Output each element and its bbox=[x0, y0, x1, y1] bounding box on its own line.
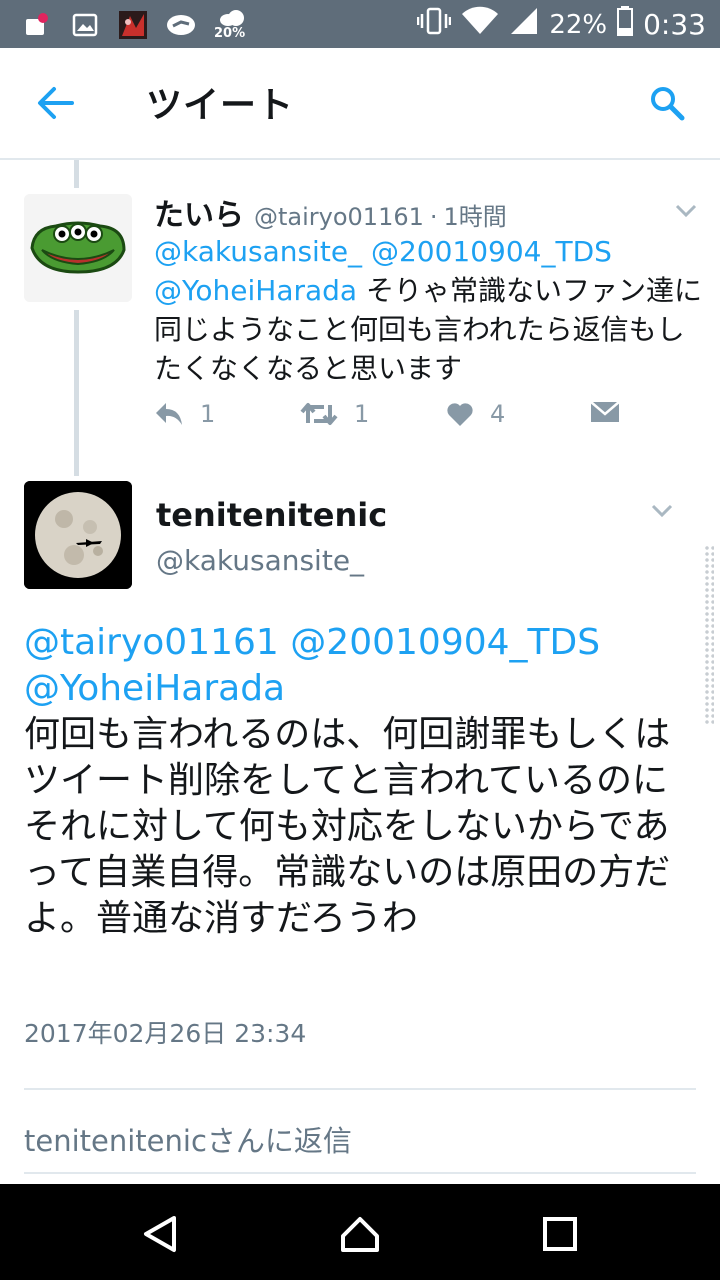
retweet-button[interactable]: 1 bbox=[300, 400, 369, 428]
display-name[interactable]: たいら bbox=[154, 190, 244, 234]
reply-button[interactable]: 1 bbox=[154, 400, 215, 428]
tweet-timestamp: 2017年02月26日 23:34 bbox=[24, 1019, 307, 1048]
search-icon bbox=[651, 87, 685, 121]
page-title: ツイート bbox=[146, 85, 295, 126]
avatar[interactable] bbox=[24, 194, 132, 302]
status-bar: 20% 22% 0:33 bbox=[0, 0, 720, 48]
chat-bubble-icon bbox=[166, 10, 196, 40]
envelope-icon bbox=[590, 401, 620, 422]
tweet-text: @tairyo01161 @20010904_TDS @YoheiHarada … bbox=[24, 620, 696, 942]
weather-percent: 20% bbox=[214, 26, 246, 41]
reply-count: 1 bbox=[200, 400, 216, 428]
thread-line-middle bbox=[74, 310, 79, 476]
navigation-bar bbox=[0, 1184, 720, 1280]
tweet-text: @kakusansite_ @20010904_TDS @YoheiHarada… bbox=[154, 232, 702, 388]
nav-recents-button[interactable] bbox=[532, 1206, 588, 1262]
app-thumbnail-icon bbox=[118, 10, 148, 40]
home-icon bbox=[341, 1217, 379, 1252]
user-handle[interactable]: @tairyo01161 bbox=[254, 203, 424, 231]
nav-home-button[interactable] bbox=[332, 1206, 388, 1262]
arrow-left-icon bbox=[38, 87, 74, 119]
avatar[interactable] bbox=[24, 481, 132, 589]
system-status: 22% 0:33 bbox=[417, 6, 706, 43]
chevron-down-icon bbox=[675, 204, 697, 218]
divider bbox=[24, 1172, 696, 1174]
signal-icon bbox=[509, 6, 539, 43]
user-handle[interactable]: @kakusansite_ bbox=[156, 544, 364, 577]
retweet-count: 1 bbox=[354, 400, 370, 428]
battery-icon bbox=[617, 6, 634, 43]
vibrate-icon bbox=[417, 6, 452, 43]
mention-link[interactable]: @tairyo01161 bbox=[24, 622, 279, 663]
notification-icons: 20% bbox=[22, 8, 248, 42]
weather-icon: 20% bbox=[214, 8, 248, 42]
mention-link[interactable]: @20010904_TDS bbox=[371, 235, 612, 268]
heart-icon bbox=[447, 403, 473, 426]
triangle-back-icon bbox=[144, 1216, 176, 1252]
display-name[interactable]: tenitenitenic bbox=[156, 496, 387, 534]
separator-dot: · bbox=[429, 203, 438, 231]
tweet-menu-button[interactable] bbox=[668, 196, 704, 226]
tweet-body-text: 何回も言われるのは、何回謝罪もしくはツイート削除をしてと言われているのにそれに対… bbox=[24, 714, 671, 939]
tweet-time: 1時間 bbox=[443, 203, 507, 231]
nav-back-button[interactable] bbox=[132, 1206, 188, 1262]
like-button[interactable]: 4 bbox=[446, 400, 505, 428]
mention-link[interactable]: @20010904_TDS bbox=[290, 622, 600, 663]
direct-message-button[interactable] bbox=[590, 400, 620, 424]
thread-line-top bbox=[74, 160, 79, 188]
app-bar: ツイート bbox=[0, 48, 720, 160]
square-recents-icon bbox=[543, 1217, 577, 1251]
clock: 0:33 bbox=[643, 8, 706, 41]
like-count: 4 bbox=[490, 400, 506, 428]
scroll-indicator bbox=[704, 545, 714, 725]
back-button[interactable] bbox=[30, 78, 80, 128]
notification-app-icon bbox=[22, 10, 52, 40]
battery-percent: 22% bbox=[549, 9, 608, 40]
divider bbox=[24, 1088, 696, 1090]
reply-input[interactable]: tenitenitenicさんに返信 bbox=[24, 1118, 352, 1160]
search-button[interactable] bbox=[642, 78, 692, 128]
tweet-menu-button[interactable] bbox=[644, 496, 680, 526]
reply-icon bbox=[156, 403, 182, 425]
mention-link[interactable]: @YoheiHarada bbox=[24, 668, 285, 709]
chevron-down-icon bbox=[651, 504, 673, 518]
retweet-icon bbox=[300, 403, 338, 425]
mention-link[interactable]: @YoheiHarada bbox=[154, 274, 357, 307]
tweet-actions: 1 1 4 bbox=[154, 400, 634, 442]
wifi-icon bbox=[461, 6, 499, 43]
image-icon bbox=[70, 10, 100, 40]
mention-link[interactable]: @kakusansite_ bbox=[154, 235, 362, 268]
tweet-header: たいら @tairyo01161 · 1時間 bbox=[154, 190, 507, 234]
